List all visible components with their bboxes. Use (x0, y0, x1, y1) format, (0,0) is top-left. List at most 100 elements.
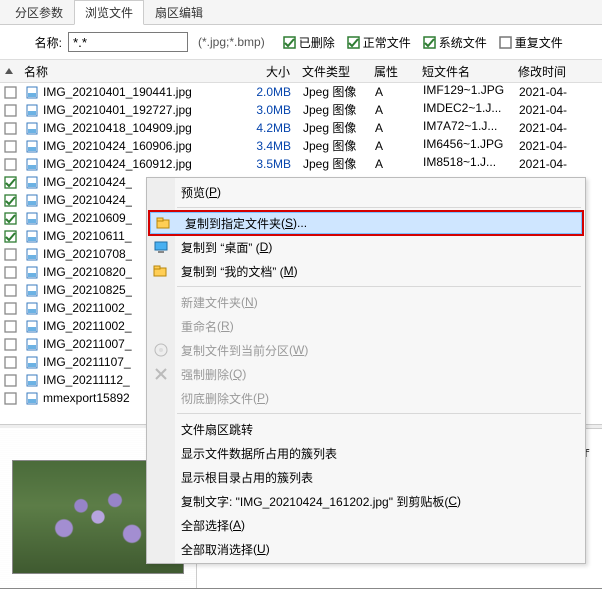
file-icon (25, 85, 39, 99)
checkbox-icon (499, 36, 512, 49)
row-checkbox[interactable] (4, 140, 17, 153)
cell-attr: A (369, 119, 417, 137)
file-icon (25, 229, 39, 243)
folder-icon (153, 263, 169, 279)
file-icon (25, 211, 39, 225)
file-icon (25, 157, 39, 171)
menu-copy-text[interactable]: 复制文字: "IMG_20210424_161202.jpg" 到剪贴板(C) (147, 489, 585, 513)
column-size[interactable]: 大小 (240, 63, 296, 80)
cell-type: Jpeg 图像 (297, 119, 369, 137)
menu-jump-sector[interactable]: 文件扇区跳转 (147, 417, 585, 441)
cell-name: IMG_20210424_160912.jpg (19, 155, 241, 174)
file-icon (25, 121, 39, 135)
filter-input[interactable] (68, 32, 188, 52)
checkbox-label: 系统文件 (439, 34, 487, 51)
row-checkbox[interactable] (4, 356, 17, 369)
menu-force-delete: 强制删除(Q) (147, 362, 585, 386)
cell-size: 3.5MB (241, 155, 297, 173)
cell-attr: A (369, 155, 417, 173)
menu-preview[interactable]: 预览(P) (147, 180, 585, 204)
menu-separator (177, 413, 581, 414)
menu-separator (177, 207, 581, 208)
row-checkbox[interactable] (4, 104, 17, 117)
app-window: 分区参数 浏览文件 扇区编辑 名称: (*.jpg;*.bmp) 已删除 正常文… (0, 0, 602, 589)
cell-name: IMG_20210401_192727.jpg (19, 101, 241, 120)
tab-partition-params[interactable]: 分区参数 (4, 0, 74, 25)
menu-show-file-clusters[interactable]: 显示文件数据所占用的簇列表 (147, 441, 585, 465)
checkbox-label: 重复文件 (515, 34, 563, 51)
tab-sector-edit[interactable]: 扇区编辑 (144, 0, 214, 25)
menu-copy-to-folder[interactable]: 复制到指定文件夹(S)... (148, 210, 584, 236)
sort-indicator[interactable] (0, 68, 18, 74)
checkbox-label: 已删除 (299, 34, 335, 51)
row-checkbox[interactable] (4, 338, 17, 351)
file-icon (25, 319, 39, 333)
cell-mtime: 2021-04- (513, 119, 589, 137)
column-name[interactable]: 名称 (18, 63, 240, 80)
menu-rename: 重命名 (R) (147, 314, 585, 338)
context-menu: 预览(P) 复制到指定文件夹(S)... 复制到 “桌面” (D) 复制到 “我… (146, 177, 586, 564)
row-checkbox[interactable] (4, 158, 17, 171)
column-header-row: 名称 大小 文件类型 属性 短文件名 修改时间 (0, 59, 602, 83)
menu-deselect-all[interactable]: 全部取消选择(U) (147, 537, 585, 561)
row-checkbox[interactable] (4, 176, 17, 189)
menu-separator (177, 286, 581, 287)
column-attr[interactable]: 属性 (368, 63, 416, 80)
cell-attr: A (369, 137, 417, 155)
menu-show-root-clusters[interactable]: 显示根目录占用的簇列表 (147, 465, 585, 489)
checkbox-system[interactable]: 系统文件 (423, 34, 487, 51)
column-mtime[interactable]: 修改时间 (512, 63, 588, 80)
column-type[interactable]: 文件类型 (296, 63, 368, 80)
row-checkbox[interactable] (4, 266, 17, 279)
tab-bar: 分区参数 浏览文件 扇区编辑 (0, 0, 602, 25)
delete-icon (153, 366, 169, 382)
checkbox-normal[interactable]: 正常文件 (347, 34, 411, 51)
row-checkbox[interactable] (4, 122, 17, 135)
cell-size: 4.2MB (241, 119, 297, 137)
file-icon (25, 139, 39, 153)
row-checkbox[interactable] (4, 284, 17, 297)
filter-bar: 名称: (*.jpg;*.bmp) 已删除 正常文件 系统文件 重复文件 (0, 25, 602, 59)
file-icon (25, 103, 39, 117)
cell-size: 2.0MB (241, 83, 297, 101)
checkbox-icon (347, 36, 360, 49)
row-checkbox[interactable] (4, 212, 17, 225)
arrow-up-icon (5, 68, 13, 74)
row-checkbox[interactable] (4, 320, 17, 333)
cell-name: IMG_20210418_104909.jpg (19, 119, 241, 138)
cell-mtime: 2021-04- (513, 83, 589, 101)
menu-copy-to-docs[interactable]: 复制到 “我的文档” (M) (147, 259, 585, 283)
file-icon (25, 391, 39, 405)
cell-type: Jpeg 图像 (297, 155, 369, 173)
row-checkbox[interactable] (4, 230, 17, 243)
tab-browse-files[interactable]: 浏览文件 (74, 0, 144, 25)
file-icon (25, 193, 39, 207)
menu-copy-to-partition: 复制文件到当前分区(W) (147, 338, 585, 362)
cell-mtime: 2021-04- (513, 155, 589, 173)
checkbox-icon (283, 36, 296, 49)
checkbox-duplicate[interactable]: 重复文件 (499, 34, 563, 51)
menu-select-all[interactable]: 全部选择(A) (147, 513, 585, 537)
menu-perm-delete: 彻底删除文件(P) (147, 386, 585, 410)
column-shortname[interactable]: 短文件名 (416, 63, 512, 80)
checkbox-deleted[interactable]: 已删除 (283, 34, 335, 51)
menu-copy-to-desktop[interactable]: 复制到 “桌面” (D) (147, 235, 585, 259)
file-icon (25, 283, 39, 297)
cell-type: Jpeg 图像 (297, 137, 369, 155)
table-row[interactable]: IMG_20210424_160912.jpg3.5MBJpeg 图像AIM85… (0, 155, 602, 173)
file-icon (25, 247, 39, 261)
filter-label: 名称: (6, 34, 62, 51)
cell-size: 3.0MB (241, 101, 297, 119)
row-checkbox[interactable] (4, 86, 17, 99)
row-checkbox[interactable] (4, 374, 17, 387)
checkbox-icon (423, 36, 436, 49)
cell-name: IMG_20210424_160906.jpg (19, 137, 241, 156)
cell-type: Jpeg 图像 (297, 101, 369, 119)
row-checkbox[interactable] (4, 302, 17, 315)
row-checkbox[interactable] (4, 248, 17, 261)
row-checkbox[interactable] (4, 392, 17, 405)
row-checkbox[interactable] (4, 194, 17, 207)
file-icon (25, 175, 39, 189)
checkbox-label: 正常文件 (363, 34, 411, 51)
cell-attr: A (369, 101, 417, 119)
